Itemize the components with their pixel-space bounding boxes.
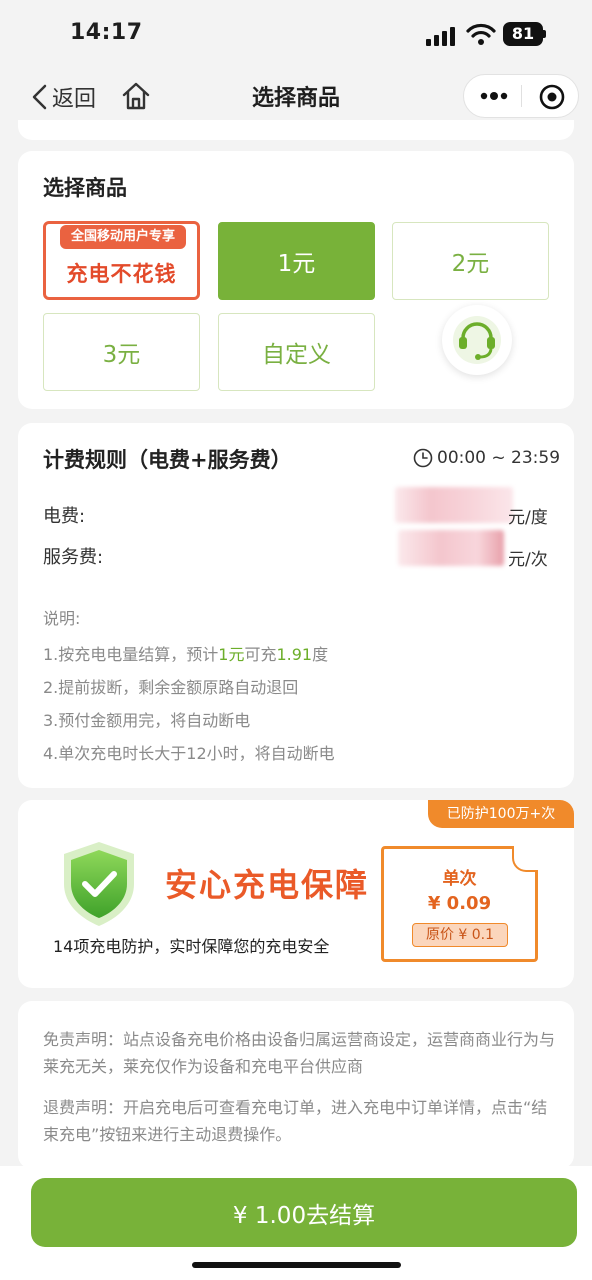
back-button[interactable]: 返回 [30,80,96,114]
refund-disclaimer: 退费声明：开启充电后可查看充电订单，进入充电中订单详情，点击“结束充电”按钮来进… [43,1098,548,1144]
capsule-divider [521,85,522,107]
back-label: 返回 [52,87,97,112]
note-3: 3.预付金额用完，将自动断电 [43,711,251,730]
billing-rules-card [18,423,574,788]
protection-count-badge: 已防护100万+次 [428,800,574,828]
electricity-fee-label: 电费: [43,506,86,527]
wifi-icon [466,23,496,45]
battery-cap [543,30,546,38]
cellular-signal-icon [426,26,458,46]
note-4: 4.单次充电时长大于12小时，将自动断电 [43,744,335,763]
close-mini-program-icon[interactable] [538,83,566,111]
note-2: 2.提前拔断，剩余金额原路自动退回 [43,678,299,697]
service-unit: 元/次 [508,550,548,570]
liability-disclaimer: 免责声明：站点设备充电价格由设备归属运营商设定，运营商商业行为与莱充无关，莱充仅… [43,1030,556,1076]
service-price-redacted [398,530,504,566]
protection-subtitle: 14项充电防护，实时保障您的充电安全 [53,937,330,956]
electricity-unit: 元/度 [508,508,548,528]
protection-slogan: 安心充电保障 [165,866,370,904]
product-2-yuan[interactable]: 2元 [392,222,549,300]
home-icon[interactable] [120,80,152,112]
product-3-yuan[interactable]: 3元 [43,313,200,391]
service-fee-label: 服务费: [43,547,104,568]
previous-card-edge [18,120,574,140]
promo-badge: 全国移动用户专享 [60,225,186,249]
promo-text: 充电不花钱 [66,262,177,286]
checkout-button[interactable]: ¥ 1.00去结算 [31,1178,577,1247]
chevron-left-icon [32,84,47,110]
home-indicator [192,1262,401,1268]
product-custom[interactable]: 自定义 [218,313,375,391]
ticket-price: ¥ 0.09 [427,893,492,914]
ticket-original-price: 原价 ¥ 0.1 [412,923,508,947]
battery-icon: 81 [503,22,543,46]
product-1-yuan[interactable]: 1元 [218,222,375,300]
ticket-label: 单次 [442,869,477,889]
time-range: 00:00 ~ 23:59 [437,448,561,468]
electricity-price-redacted [395,487,513,523]
billing-title: 计费规则（电费+服务费） [43,448,292,472]
more-icon[interactable] [478,84,510,108]
headset-icon [453,316,501,364]
clock-icon [413,448,433,468]
customer-service-button[interactable] [442,305,512,375]
status-time: 14:17 [70,20,143,45]
notes-title: 说明: [43,609,81,628]
note-1: 1.按充电电量结算，预计1元可充1.91度 [43,645,329,664]
products-title: 选择商品 [43,176,127,200]
shield-check-icon [64,842,134,926]
